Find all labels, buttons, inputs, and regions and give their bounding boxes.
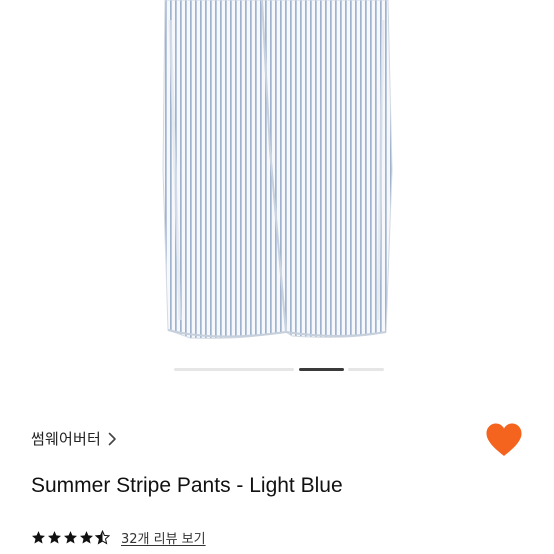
chevron-right-icon [108,432,116,445]
heart-icon[interactable] [484,422,524,458]
star-full-icon [32,531,45,544]
star-full-icon [80,531,93,544]
slide-indicator-active[interactable] [299,368,344,371]
slide-indicator[interactable] [348,368,384,371]
review-link[interactable]: 32개 리뷰 보기 [121,528,206,547]
product-title: Summer Stripe Pants - Light Blue [31,474,343,497]
product-image-gallery[interactable] [0,0,554,392]
rating-row: 32개 리뷰 보기 [31,528,206,547]
star-full-icon [64,531,77,544]
brand-name[interactable]: 썸웨어버터 [31,428,101,449]
star-rating [31,530,110,545]
star-half-icon [95,530,110,545]
slide-indicator[interactable] [174,368,294,371]
product-info: 썸웨어버터 Summer Stripe Pants - Light Blue 3… [0,392,554,554]
product-image [162,0,393,339]
star-full-icon [48,531,61,544]
brand-link[interactable]: 썸웨어버터 [31,428,117,449]
